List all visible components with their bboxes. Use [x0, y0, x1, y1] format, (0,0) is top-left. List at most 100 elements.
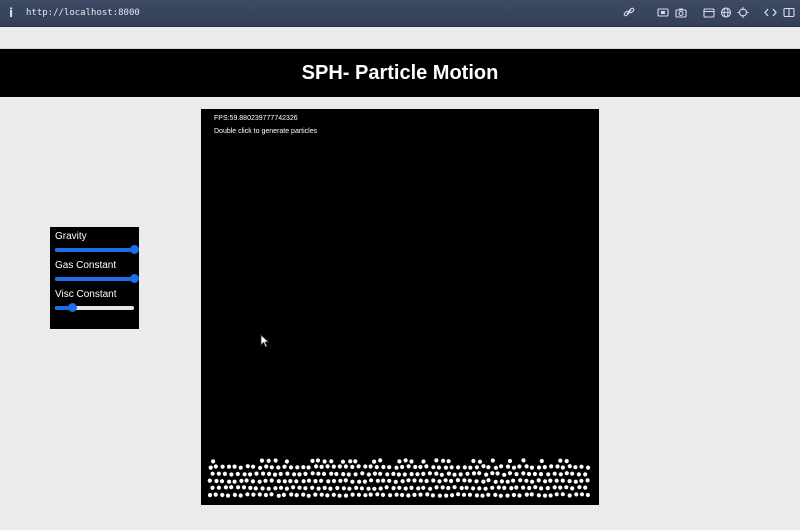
- slider-thumb[interactable]: [130, 274, 139, 283]
- particle: [276, 479, 281, 484]
- particle: [511, 492, 516, 498]
- particle: [285, 471, 290, 476]
- screen-icon[interactable]: [656, 7, 669, 18]
- gas-constant-slider[interactable]: [55, 274, 139, 284]
- info-icon[interactable]: i: [9, 6, 13, 20]
- particle: [409, 485, 414, 490]
- camera-icon[interactable]: [674, 7, 687, 18]
- particle: [337, 493, 342, 498]
- particle: [505, 479, 510, 484]
- particle: [564, 471, 569, 476]
- particle: [493, 479, 498, 484]
- particle: [292, 472, 297, 477]
- particle: [335, 485, 340, 491]
- simulation-canvas[interactable]: FPS:59.880239777742326 Double click to g…: [201, 109, 599, 505]
- particle: [495, 471, 500, 476]
- particle: [245, 492, 250, 497]
- slider-thumb[interactable]: [68, 303, 78, 312]
- particle: [266, 486, 271, 491]
- particle: [374, 465, 379, 470]
- particle: [359, 486, 364, 491]
- particle: [295, 465, 300, 470]
- particle: [284, 459, 289, 464]
- slider-thumb[interactable]: [130, 245, 139, 254]
- target-icon[interactable]: [736, 7, 749, 18]
- particle: [306, 465, 311, 470]
- particle: [381, 478, 386, 483]
- particle: [511, 478, 516, 483]
- particle: [430, 493, 435, 498]
- particle: [474, 465, 479, 470]
- mouse-cursor-icon: [260, 334, 270, 348]
- particle: [319, 464, 324, 469]
- particle: [555, 464, 560, 469]
- particle: [530, 479, 535, 484]
- particle: [207, 478, 212, 483]
- particle: [441, 458, 446, 463]
- particle: [579, 492, 585, 497]
- particle: [303, 471, 308, 476]
- particle: [322, 459, 327, 464]
- particle: [481, 479, 486, 484]
- particle: [554, 492, 559, 497]
- particle: [560, 478, 565, 483]
- particle: [357, 479, 362, 484]
- particle: [427, 471, 432, 476]
- sidebar-icon[interactable]: [702, 7, 715, 18]
- particle: [434, 458, 439, 463]
- particle: [570, 486, 575, 491]
- particle: [443, 478, 448, 483]
- particle: [496, 485, 501, 490]
- particle: [331, 464, 336, 469]
- particle: [306, 493, 311, 498]
- link-icon[interactable]: [622, 7, 635, 18]
- particle: [434, 471, 439, 476]
- page-header: SPH- Particle Motion: [0, 49, 800, 97]
- particle: [329, 471, 334, 476]
- particle: [328, 486, 333, 491]
- particle: [548, 478, 553, 483]
- particle: [282, 479, 287, 484]
- particle: [480, 493, 485, 498]
- particle: [431, 478, 436, 483]
- particle: [403, 486, 408, 491]
- particle: [418, 492, 423, 497]
- particle: [254, 471, 259, 476]
- particle: [310, 458, 315, 463]
- particle: [545, 486, 550, 491]
- globe-icon[interactable]: [719, 7, 732, 18]
- particle: [253, 486, 258, 491]
- gravity-slider[interactable]: [55, 245, 139, 255]
- split-icon[interactable]: [782, 7, 795, 18]
- address-bar[interactable]: http://localhost:8000: [26, 8, 140, 18]
- particle: [529, 465, 534, 470]
- particle: [334, 471, 339, 477]
- browser-toolbar: i http://localhost:8000: [0, 0, 800, 27]
- particle: [266, 458, 271, 463]
- particle: [235, 471, 240, 477]
- particle: [248, 472, 253, 477]
- particle: [251, 492, 256, 497]
- particle: [502, 472, 507, 477]
- particle: [533, 485, 538, 490]
- particle: [499, 479, 504, 484]
- particle: [502, 485, 507, 490]
- particle: [456, 465, 461, 470]
- particle: [229, 485, 234, 490]
- particle: [250, 479, 255, 484]
- particle: [465, 471, 470, 476]
- particle: [462, 478, 467, 483]
- code-icon[interactable]: [764, 7, 777, 18]
- particle: [443, 465, 448, 470]
- particle: [567, 479, 572, 484]
- particle: [232, 479, 237, 484]
- particle: [384, 485, 389, 490]
- particle: [577, 485, 582, 490]
- particle: [558, 458, 563, 463]
- particle: [421, 485, 426, 490]
- particle: [337, 464, 342, 469]
- particle: [579, 464, 584, 469]
- gas-constant-label: Gas Constant: [55, 260, 117, 271]
- visc-constant-slider[interactable]: [55, 303, 134, 313]
- particle: [378, 486, 383, 491]
